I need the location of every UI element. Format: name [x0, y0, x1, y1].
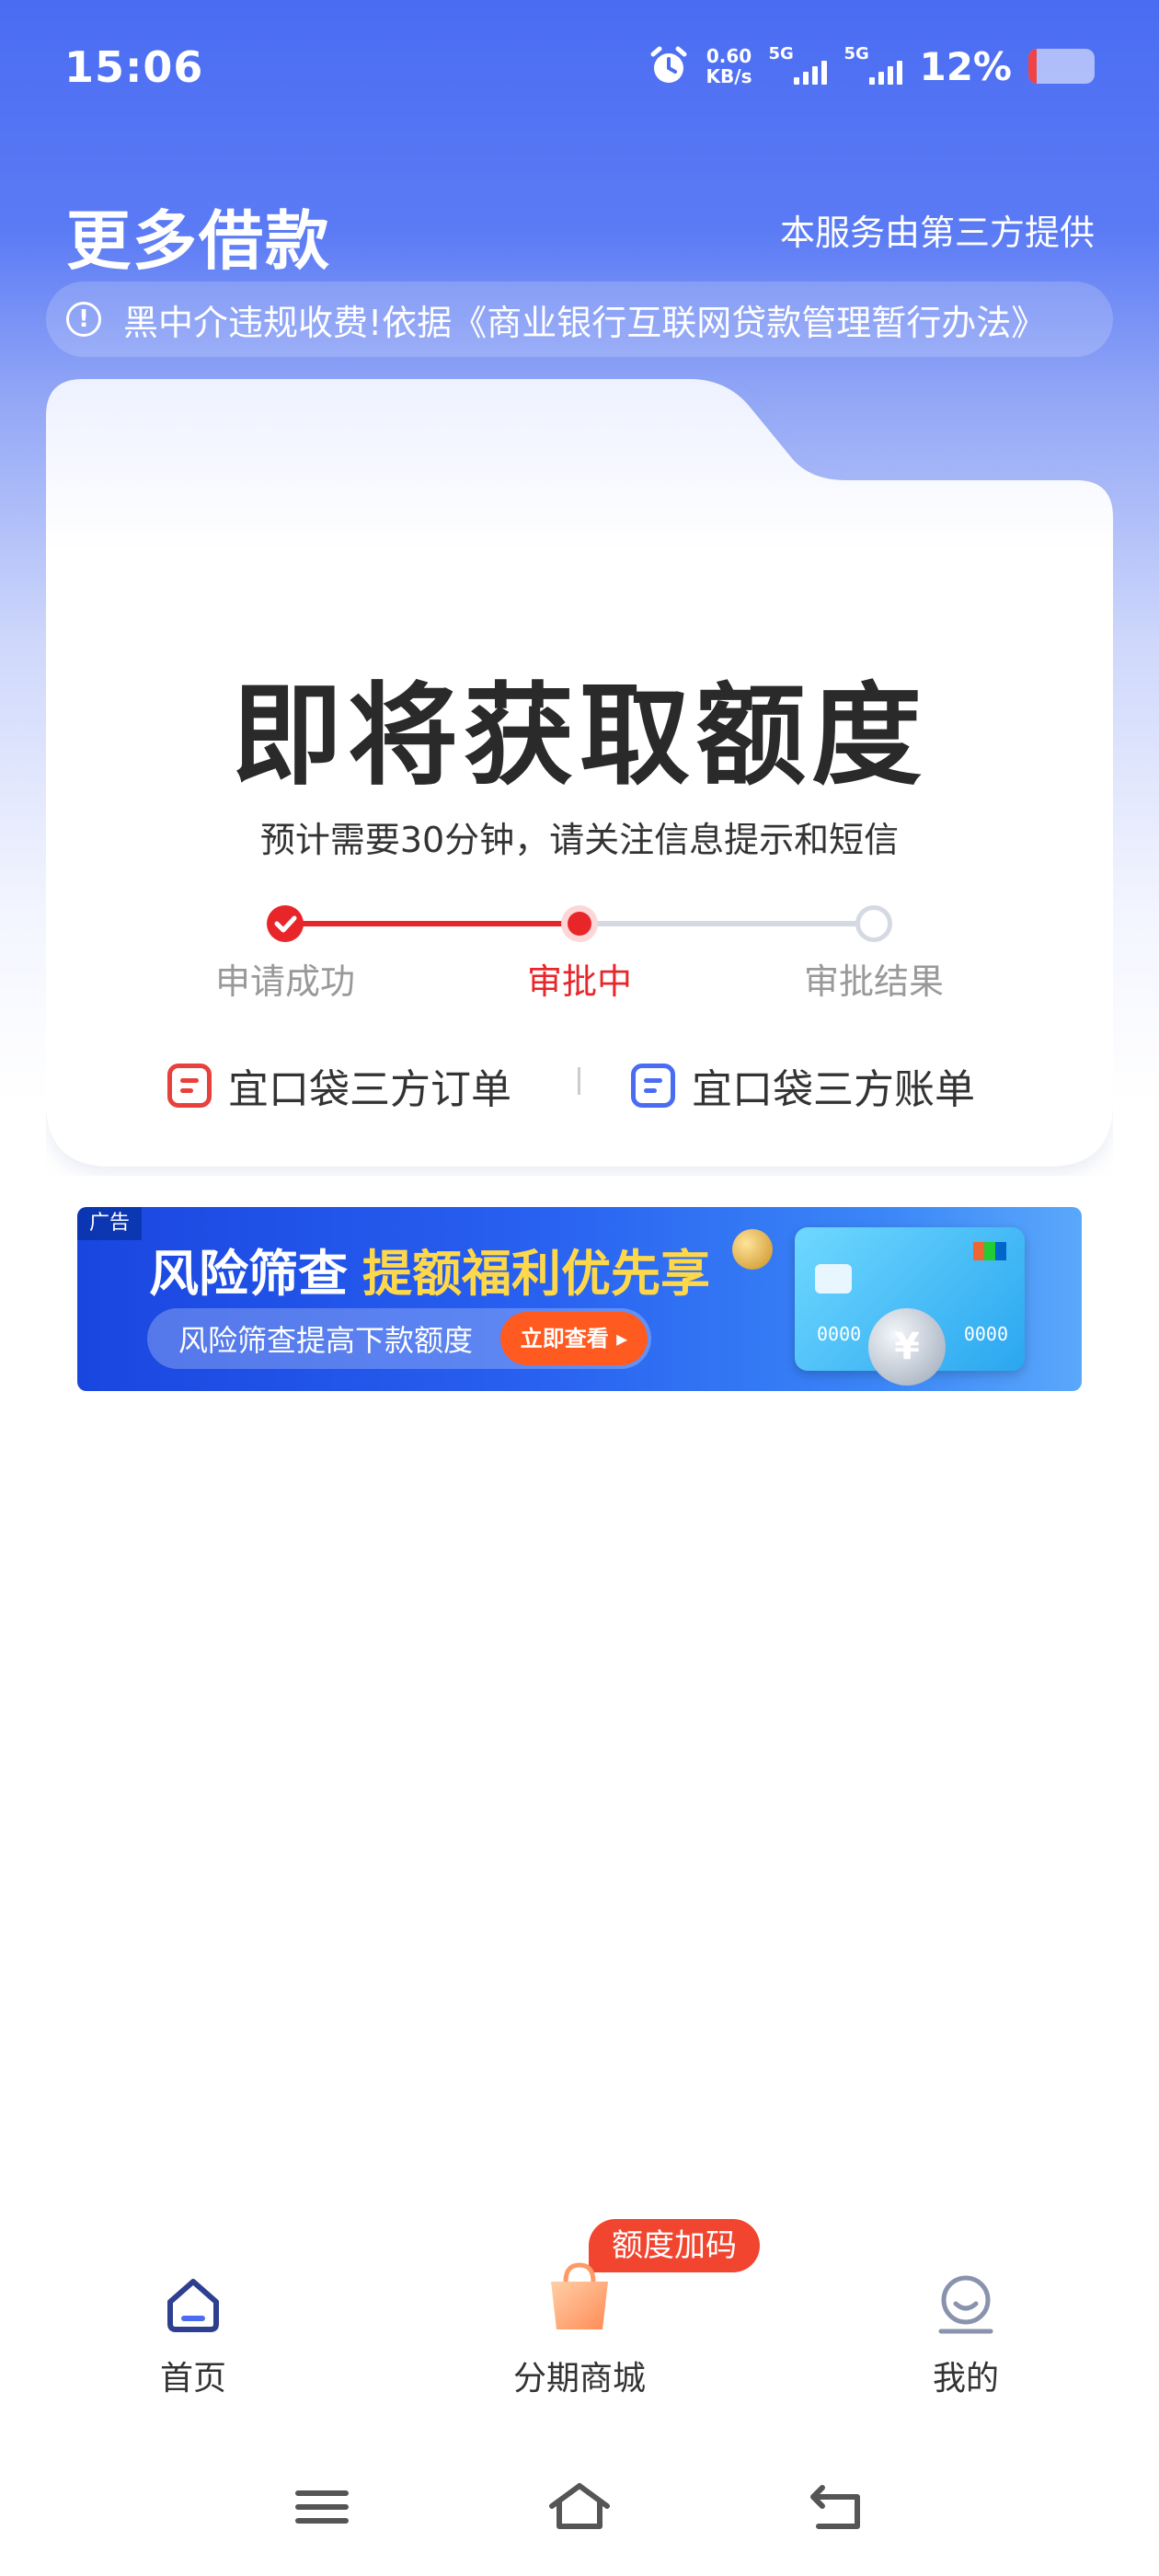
network-speed-value: 0.60 — [706, 45, 752, 67]
signal-icon: 5G — [768, 44, 828, 85]
alarm-icon — [650, 46, 687, 83]
step-current-dot — [561, 905, 598, 942]
banner-subtitle: 风险筛查提高下款额度 — [178, 1323, 474, 1358]
profile-icon — [938, 2275, 993, 2334]
third-party-orders-link[interactable]: 宜口袋三方订单 — [167, 1056, 511, 1115]
banner-title: 风险筛查 提额福利优先享 — [149, 1233, 710, 1305]
status-subtitle: 预计需要30分钟，请关注信息提示和短信 — [259, 820, 900, 860]
status-icons: 0.60 KB/s 5G 5G 12% — [648, 39, 1095, 94]
order-doc-icon — [167, 1064, 212, 1108]
banner-title-highlight: 提额福利优先享 — [362, 1245, 710, 1303]
ad-tag: 广告 — [77, 1207, 142, 1240]
battery-percent: 12% — [919, 43, 1012, 89]
status-bar: 15:06 0.60 KB/s 5G 5G 12% — [0, 0, 1159, 138]
nav-mall[interactable]: 分期商城 — [460, 2262, 699, 2399]
nav-mall-label: 分期商城 — [512, 2360, 646, 2398]
page-title: 更多借款 — [66, 203, 331, 279]
step-label-reviewing: 审批中 — [526, 961, 632, 1002]
signal-tag: 5G — [768, 44, 794, 63]
banner-view-button[interactable]: 立即查看 ▸ — [500, 1312, 648, 1365]
back-icon[interactable] — [800, 2475, 874, 2539]
card-number-right: 0000 — [963, 1323, 1008, 1345]
banner-title-main: 风险筛查 — [149, 1245, 348, 1303]
step-label-result: 审批结果 — [803, 961, 944, 1002]
battery-level — [1028, 49, 1037, 84]
third-party-bills-link[interactable]: 宜口袋三方账单 — [631, 1056, 975, 1115]
card-links: 宜口袋三方订单 宜口袋三方账单 — [46, 1040, 1113, 1122]
home-icon — [167, 2279, 219, 2332]
card-brand-stripe — [973, 1242, 1006, 1260]
nav-home[interactable]: 首页 — [74, 2272, 313, 2399]
status-card: 即将获取额度 预计需要30分钟，请关注信息提示和短信 申请成功 审批中 审批结果… — [46, 379, 1113, 1176]
network-speed-unit: KB/s — [706, 65, 752, 87]
info-icon: ! — [66, 302, 101, 337]
nav-profile[interactable]: 我的 — [846, 2272, 1085, 2399]
battery-icon — [1028, 49, 1095, 84]
notice-bar[interactable]: ! 黑中介违规收费!依据《商业银行互联网贷款管理暂行办法》 — [46, 282, 1113, 357]
menu-icon[interactable] — [285, 2475, 359, 2539]
shopping-bag-icon — [551, 2262, 608, 2329]
progress-done-line — [285, 921, 580, 926]
link-divider — [578, 1067, 580, 1095]
third-party-bills-label: 宜口袋三方账单 — [692, 1066, 975, 1113]
nav-home-label: 首页 — [159, 2360, 226, 2398]
bill-doc-icon — [631, 1064, 675, 1108]
step-label-submitted: 申请成功 — [214, 961, 355, 1002]
provider-note: 本服务由第三方提供 — [779, 213, 1095, 253]
step-pending-dot — [855, 905, 892, 942]
card-number-left: 0000 — [817, 1323, 862, 1345]
notice-text: 黑中介违规收费!依据《商业银行互联网贷款管理暂行办法》 — [123, 302, 1047, 343]
status-headline: 即将获取额度 — [232, 673, 927, 800]
signal-icon-2: 5G — [843, 44, 903, 85]
gold-coin-icon — [732, 1229, 773, 1270]
nav-profile-label: 我的 — [932, 2360, 999, 2398]
third-party-orders-label: 宜口袋三方订单 — [228, 1066, 511, 1113]
system-home-icon[interactable] — [543, 2475, 616, 2539]
ad-banner[interactable]: 广告 风险筛查 提额福利优先享 风险筛查提高下款额度 立即查看 ▸ 0000 00… — [77, 1207, 1082, 1391]
network-speed: 0.60 KB/s — [706, 46, 752, 86]
silver-coin-icon: ¥ — [868, 1308, 946, 1386]
card-chip — [815, 1264, 852, 1294]
signal-tag-2: 5G — [843, 44, 869, 63]
status-time: 15:06 — [64, 42, 204, 92]
progress-pending-line — [580, 921, 872, 926]
step-done-check-icon — [267, 905, 304, 942]
